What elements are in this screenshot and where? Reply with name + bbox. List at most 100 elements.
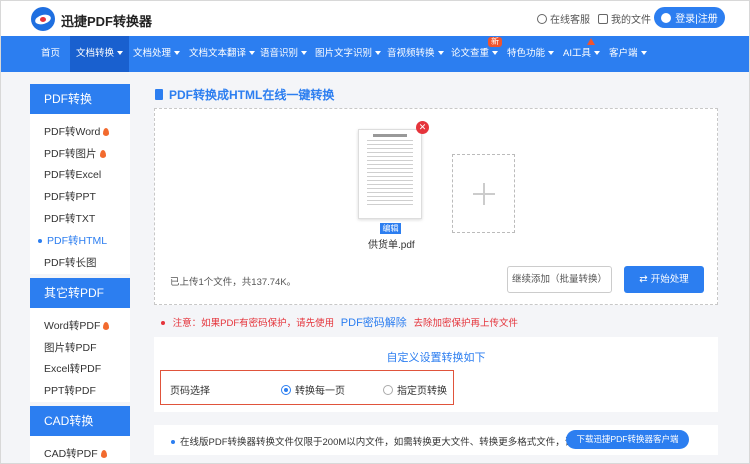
my-files-link[interactable]: 我的文件: [598, 11, 651, 26]
edit-file-button[interactable]: 编辑: [380, 223, 401, 234]
chevron-down-icon: [375, 51, 382, 56]
chevron-down-icon: [437, 51, 444, 56]
nav-doc-process[interactable]: 文档处理: [133, 36, 181, 72]
radio-checked-icon: [281, 384, 291, 395]
swap-icon: ⇄: [639, 274, 648, 285]
upload-status: 已上传1个文件，共137.74K。: [170, 277, 297, 288]
remove-file-icon[interactable]: ✕: [416, 121, 429, 134]
thumbnail-heading-line: [373, 134, 407, 137]
login-label: 登录|注册: [675, 14, 718, 25]
sidebar-item-pdf-to-excel[interactable]: PDF转Excel: [44, 167, 101, 182]
sidebar-item-label: PDF转Word: [44, 126, 101, 138]
radio-unchecked-icon: [383, 384, 393, 395]
login-button[interactable]: 登录|注册: [654, 7, 725, 28]
sidebar-group-to-pdf[interactable]: 其它转PDF: [30, 278, 130, 308]
sidebar-item-label: PPT转PDF: [44, 385, 96, 397]
chevron-down-icon: [548, 51, 555, 56]
start-process-button[interactable]: ⇄ 开始处理: [624, 266, 704, 293]
top-header: 迅捷PDF转换器 在线客服 我的文件 登录|注册: [1, 1, 749, 36]
sidebar-item-word-to-pdf[interactable]: Word转PDF: [44, 318, 110, 333]
size-limit-notice: 在线版PDF转换器转换文件仅限于200M以内文件，如需转换更大文件、转换更多格式…: [154, 425, 718, 455]
nav-label: 文档文本翻译: [189, 48, 247, 59]
sidebar-item-ppt-to-pdf[interactable]: PPT转PDF: [44, 383, 96, 398]
sidebar-item-label: Word转PDF: [44, 320, 101, 332]
sidebar-item-pdf-to-html[interactable]: PDF转HTML: [38, 233, 107, 248]
notice-text-pre: 注意：如果PDF有密码保护，请先使用: [172, 318, 335, 329]
bullet-icon: [161, 321, 165, 326]
sidebar-item-label: CAD转PDF: [44, 448, 98, 460]
sidebar-group-cad[interactable]: CAD转换: [30, 406, 130, 436]
sidebar-item-pdf-to-txt[interactable]: PDF转TXT: [44, 211, 95, 226]
page-title-text: PDF转换成HTML在线一键转换: [169, 88, 335, 102]
sidebar-item-cad-to-pdf[interactable]: CAD转PDF: [44, 446, 107, 461]
support-link[interactable]: 在线客服: [537, 11, 590, 26]
page-selection-box: 页码选择 转换每一页 指定页转换: [160, 370, 454, 405]
sidebar-item-pdf-to-long-image[interactable]: PDF转长图: [44, 255, 97, 270]
sidebar-item-pdf-to-image[interactable]: PDF转图片: [44, 146, 106, 161]
file-name: 供货单.pdf: [368, 240, 415, 251]
sidebar-item-pdf-to-word[interactable]: PDF转Word: [44, 124, 110, 139]
nav-label: 文档转换: [76, 48, 115, 59]
add-file-button[interactable]: [452, 154, 515, 233]
pdf-unlock-link[interactable]: PDF密码解除: [341, 317, 407, 329]
sidebar-list-pdf-convert: PDF转Word PDF转图片 PDF转Excel PDF转PPT PDF转TX…: [30, 114, 130, 274]
nav-doc-convert[interactable]: 文档转换: [70, 36, 130, 72]
support-label: 在线客服: [550, 15, 590, 26]
sidebar-list-cad: CAD转PDF: [30, 436, 130, 463]
sidebar-item-excel-to-pdf[interactable]: Excel转PDF: [44, 361, 101, 376]
headset-icon: [537, 13, 547, 24]
nav-label: 语音识别: [260, 48, 299, 59]
radio-convert-specific[interactable]: 指定页转换: [383, 382, 447, 397]
chevron-down-icon: [117, 51, 124, 56]
size-limit-label: 在线版PDF转换器转换文件仅限于200M以内文件，如需转换更大文件、转换更多格式…: [180, 437, 575, 448]
file-icon: [598, 13, 608, 24]
sidebar-item-label: Excel转PDF: [44, 363, 102, 375]
nav-features[interactable]: 特色功能: [507, 36, 555, 72]
chevron-down-icon: [640, 51, 647, 56]
nav-speech[interactable]: 语音识别: [260, 36, 308, 72]
sidebar-item-image-to-pdf[interactable]: 图片转PDF: [44, 340, 97, 355]
continue-add-button[interactable]: 继续添加（批量转换）: [507, 266, 612, 293]
sidebar-item-pdf-to-ppt[interactable]: PDF转PPT: [44, 189, 96, 204]
start-process-label: 开始处理: [650, 274, 689, 285]
sidebar-group-pdf-convert[interactable]: PDF转换: [30, 84, 130, 114]
radio-label: 指定页转换: [397, 386, 447, 397]
radio-convert-all[interactable]: 转换每一页: [281, 382, 345, 397]
nav-label: 图片文字识别: [315, 48, 373, 59]
password-notice: 注意：如果PDF有密码保护，请先使用 PDF密码解除 去除加密保护再上传文件: [161, 314, 518, 330]
file-thumbnail[interactable]: [358, 129, 422, 219]
document-icon: [155, 89, 163, 100]
brand-logo-icon[interactable]: [31, 7, 55, 31]
settings-title: 自定义设置转换如下: [386, 352, 486, 364]
nav-av-convert[interactable]: 音视频转换: [387, 36, 444, 72]
page-title: PDF转换成HTML在线一键转换: [155, 86, 334, 103]
sidebar-item-label: PDF转图片: [44, 148, 97, 160]
nav-label: 特色功能: [507, 48, 546, 59]
sidebar-item-label: PDF转PPT: [44, 191, 96, 203]
sidebar-item-label: 图片转PDF: [44, 342, 97, 354]
nav-label: 首页: [41, 48, 61, 59]
sidebar-item-label: PDF转TXT: [44, 213, 96, 225]
hot-icon: [103, 322, 110, 331]
nav-ocr[interactable]: 图片文字识别: [315, 36, 382, 72]
brand-name[interactable]: 迅捷PDF转换器: [61, 11, 152, 30]
plus-icon-vertical: [483, 183, 485, 205]
sidebar-item-label: PDF转HTML: [47, 235, 108, 247]
upload-area[interactable]: ✕ 编辑 供货单.pdf 已上传1个文件，共137.74K。 继续添加（批量转换…: [154, 108, 718, 305]
nav-label: 音视频转换: [387, 48, 435, 59]
page-selection-label: 页码选择: [170, 386, 210, 397]
chevron-down-icon: [301, 51, 308, 56]
notice-text-post: 去除加密保护再上传文件: [413, 318, 518, 329]
active-dot-icon: [38, 239, 42, 244]
nav-label: 论文查重: [451, 48, 490, 59]
nav-label: 文档处理: [133, 48, 172, 59]
nav-home[interactable]: 首页: [41, 36, 60, 72]
nav-translate[interactable]: 文档文本翻译: [189, 36, 256, 72]
chevron-down-icon: [593, 51, 600, 56]
bullet-icon: [171, 440, 175, 445]
chevron-down-icon: [174, 51, 181, 56]
nav-label: AI工具: [563, 48, 591, 59]
nav-client[interactable]: 客户端: [609, 36, 647, 72]
hot-icon: [587, 38, 595, 45]
download-client-button[interactable]: 下载迅捷PDF转换器客户端: [566, 430, 689, 449]
